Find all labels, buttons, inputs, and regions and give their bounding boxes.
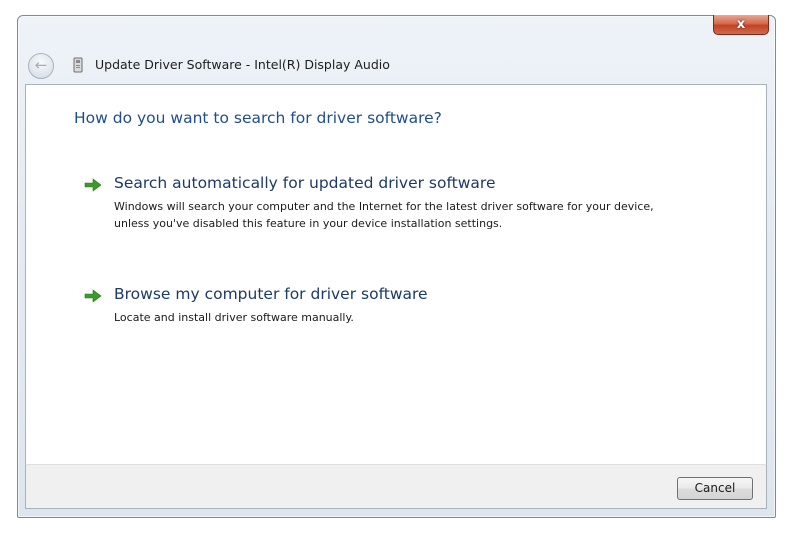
device-icon [73, 57, 83, 73]
title-bar: ← Update Driver Software - Intel(R) Disp… [18, 16, 775, 84]
back-arrow-icon: ← [34, 56, 48, 74]
page-heading: How do you want to search for driver sof… [74, 109, 442, 127]
option-description: Locate and install driver software manua… [114, 311, 354, 324]
green-arrow-icon [84, 178, 102, 192]
option-title: Browse my computer for driver software [114, 285, 428, 303]
option-description: Windows will search your computer and th… [114, 200, 654, 230]
back-button[interactable]: ← [28, 53, 54, 79]
option-title: Search automatically for updated driver … [114, 174, 496, 192]
window-title: Update Driver Software - Intel(R) Displa… [95, 57, 390, 72]
green-arrow-icon [84, 289, 102, 303]
update-driver-dialog: x ← Update Driver Software - Intel(R) Di… [17, 15, 776, 518]
dialog-footer: Cancel [25, 464, 767, 509]
cancel-button[interactable]: Cancel [677, 477, 753, 500]
content-area: How do you want to search for driver sof… [25, 84, 767, 464]
